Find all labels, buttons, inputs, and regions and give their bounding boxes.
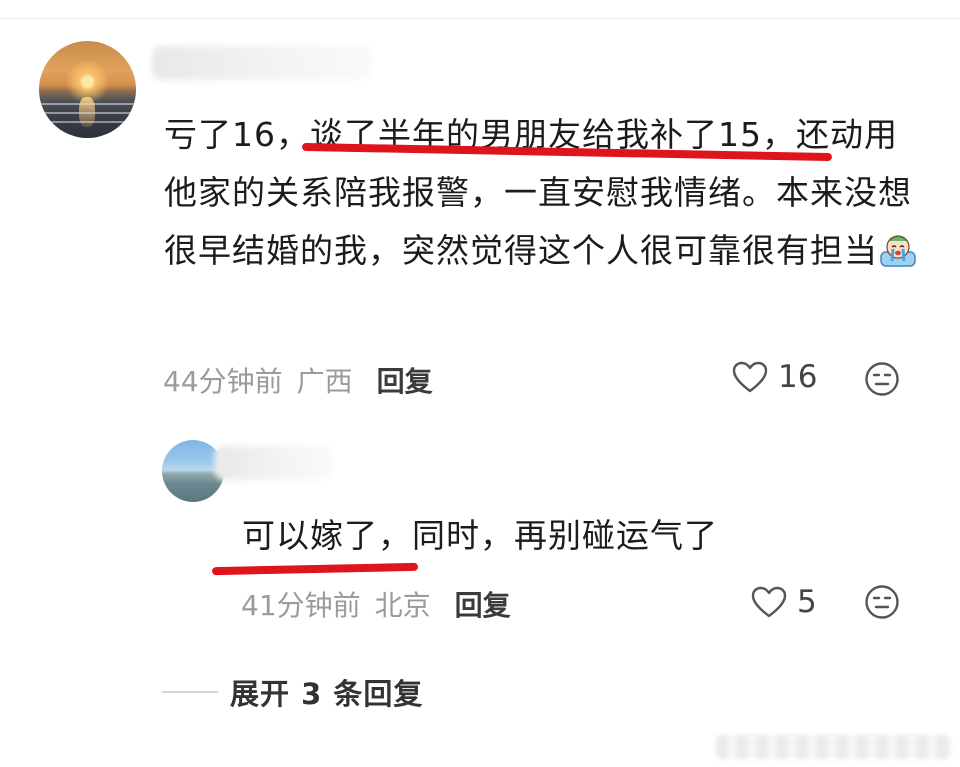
heart-icon <box>732 361 768 393</box>
reply-location: 北京 <box>374 589 431 622</box>
comment-time: 44分钟前 <box>163 365 283 398</box>
comment-text: 亏了16，谈了半年的男朋友给我补了15，还动用他家的关系陪我报警，一直安慰我情绪… <box>164 106 924 280</box>
reply-meta: 41分钟前 北京 回复 <box>241 584 511 624</box>
comment-reply-button[interactable]: 回复 <box>377 360 433 400</box>
top-divider <box>0 18 960 19</box>
wave-line <box>39 121 136 123</box>
reply-like-button[interactable]: 5 <box>751 584 817 620</box>
comment-location: 广西 <box>296 365 353 398</box>
comment-like-count: 16 <box>778 359 818 395</box>
emoji-reaction-icon[interactable] <box>864 361 900 397</box>
commenter-name-blurred[interactable] <box>152 46 372 80</box>
replier-name-blurred[interactable] <box>214 446 332 480</box>
reply-text: 可以嫁了，同时，再别碰运气了 <box>242 516 718 555</box>
reply-time: 41分钟前 <box>241 589 361 622</box>
expand-replies-button[interactable]: 展开 3 条回复 <box>162 671 423 713</box>
reply-reply-button[interactable]: 回复 <box>455 584 511 624</box>
heart-icon <box>751 586 787 618</box>
emoji-reaction-icon[interactable] <box>864 584 900 620</box>
commenter-avatar[interactable] <box>39 41 136 138</box>
watermark-blurred <box>716 735 952 759</box>
expand-divider-line <box>162 691 218 693</box>
crying-face-emoji-icon <box>878 228 918 267</box>
wave-line <box>39 103 136 105</box>
expand-replies-label: 展开 3 条回复 <box>230 677 424 711</box>
comment-like-button[interactable]: 16 <box>732 359 817 395</box>
reply-like-count: 5 <box>797 584 817 620</box>
comment-meta: 44分钟前 广西 回复 <box>163 360 433 400</box>
wave-line <box>39 112 136 114</box>
